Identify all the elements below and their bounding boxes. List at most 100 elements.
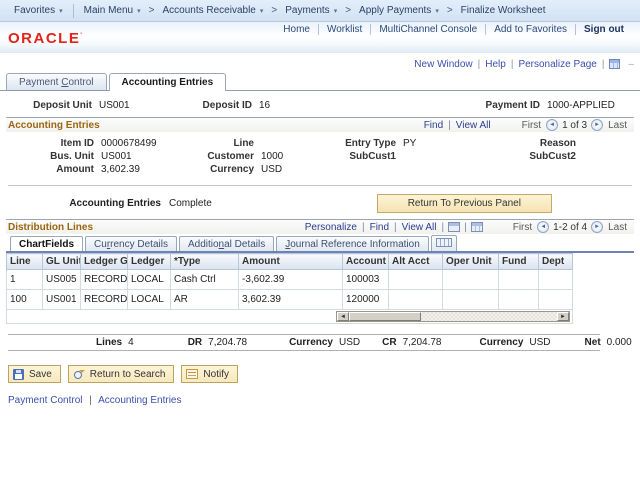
- save-button[interactable]: Save: [8, 365, 61, 383]
- find-link[interactable]: Find: [422, 120, 445, 131]
- col-gl-unit: GL Unit: [42, 253, 81, 270]
- next-rows-icon[interactable]: ►: [591, 221, 604, 233]
- notify-label: Notify: [203, 368, 229, 380]
- subtab-currency-details[interactable]: Currency Details: [85, 236, 177, 251]
- breadcrumb-main-menu[interactable]: Main Menu ▾: [78, 3, 147, 18]
- subtab-chartfields[interactable]: ChartFields: [10, 236, 84, 251]
- save-label: Save: [29, 368, 52, 380]
- view-all-link[interactable]: View All: [454, 120, 493, 131]
- favorites-menu[interactable]: Favorites ▾: [8, 3, 69, 18]
- chevron-down-icon: ▾: [59, 7, 63, 15]
- tab-bar: Payment Control Accounting Entries: [0, 72, 640, 91]
- tab-payment-control[interactable]: Payment Control: [6, 73, 107, 90]
- cr-currency-label: Currency: [479, 337, 524, 348]
- divider: |: [89, 395, 92, 406]
- new-window-link[interactable]: New Window: [412, 59, 474, 70]
- scroll-right-icon[interactable]: ►: [557, 312, 569, 321]
- accounting-entries-status-label: Accounting Entries: [69, 198, 161, 209]
- footer-payment-control-link[interactable]: Payment Control: [8, 395, 82, 406]
- http-url-icon[interactable]: [609, 59, 621, 69]
- help-link[interactable]: Help: [483, 59, 508, 70]
- divider: |: [510, 58, 514, 70]
- chevron-down-icon: ▾: [333, 7, 338, 15]
- add-to-favorites-link[interactable]: Add to Favorites: [486, 23, 575, 36]
- corner-dash: –: [628, 58, 634, 70]
- currency-label: Currency: [210, 164, 254, 175]
- cell-amount: -3,602.39: [238, 269, 343, 290]
- col-amount: Amount: [238, 253, 343, 270]
- cell-alt-acct: [388, 289, 443, 310]
- zoom-grid-icon[interactable]: [448, 222, 461, 232]
- view-all-link[interactable]: View All: [400, 222, 439, 233]
- breadcrumb-separator: >: [148, 5, 155, 16]
- previous-row-icon[interactable]: ◄: [546, 119, 559, 131]
- cell-oper-unit: [442, 269, 499, 290]
- tab-accounting-entries[interactable]: Accounting Entries: [108, 73, 227, 91]
- toolbar: Save Return to Search Notify: [8, 365, 640, 383]
- cr-label: CR: [382, 337, 397, 348]
- divider: |: [448, 119, 451, 131]
- breadcrumb-accounts-receivable[interactable]: Accounts Receivable ▾: [156, 3, 269, 18]
- previous-rows-icon[interactable]: ◄: [537, 221, 550, 233]
- breadcrumb-apply-payments[interactable]: Apply Payments ▾: [353, 3, 445, 18]
- dr-currency-label: Currency: [289, 337, 333, 348]
- first-link[interactable]: First: [522, 120, 541, 131]
- table-row: 100 US001 RECORDING LOCAL AR 3,602.39 12…: [6, 289, 573, 310]
- personalize-page-link[interactable]: Personalize Page: [516, 59, 598, 70]
- save-icon: [13, 368, 24, 380]
- last-link[interactable]: Last: [608, 120, 627, 131]
- multichannel-console-link[interactable]: MultiChannel Console: [371, 23, 485, 36]
- payment-id-value: 1000-APPLIED: [547, 100, 615, 111]
- accounting-entries-status: Accounting Entries Complete Return To Pr…: [6, 194, 634, 213]
- worklist-link[interactable]: Worklist: [319, 23, 370, 36]
- footer-accounting-entries-link[interactable]: Accounting Entries: [98, 395, 181, 406]
- notify-button[interactable]: Notify: [181, 365, 238, 383]
- dr-label: DR: [187, 337, 203, 348]
- first-link[interactable]: First: [513, 222, 532, 233]
- accounting-entries-fields: Item ID 0000678499 Line Entry Type PY Reas…: [6, 132, 634, 179]
- breadcrumb-label: Main Menu: [83, 5, 134, 16]
- scrollbar-track: [421, 312, 557, 321]
- sign-out-link[interactable]: Sign out: [576, 23, 632, 36]
- col-fund: Fund: [498, 253, 539, 270]
- home-link[interactable]: Home: [275, 23, 318, 36]
- col-ledger: Ledger: [127, 253, 171, 270]
- chevron-down-icon: ▾: [259, 7, 264, 15]
- lines-total-value: 4: [128, 337, 134, 348]
- show-all-columns-tab[interactable]: [430, 235, 457, 251]
- deposit-unit-label: Deposit Unit: [33, 100, 92, 111]
- cr-currency-value: USD: [529, 337, 551, 348]
- totals-bar: Lines 4 DR 7,204.78 Currency USD CR 7,204.78…: [8, 334, 632, 351]
- item-id-value: 0000678499: [101, 138, 157, 149]
- download-icon[interactable]: [470, 222, 483, 232]
- cell-type: Cash Ctrl: [170, 269, 239, 290]
- cell-fund: [498, 269, 539, 290]
- cell-fund: [498, 289, 539, 310]
- net-value: 0.000: [606, 337, 632, 348]
- cell-amount: 3,602.39: [238, 289, 343, 310]
- header: Home Worklist MultiChannel Console Add t…: [0, 22, 640, 53]
- next-row-icon[interactable]: ►: [591, 119, 604, 131]
- net-label: Net: [584, 337, 601, 348]
- dr-value: 7,204.78: [208, 337, 248, 348]
- scroll-left-icon[interactable]: ◄: [337, 312, 349, 321]
- breadcrumb-separator: >: [271, 5, 278, 16]
- customer-value: 1000: [261, 151, 284, 162]
- breadcrumb-payments[interactable]: Payments ▾: [279, 3, 343, 18]
- return-to-previous-panel-button[interactable]: Return To Previous Panel: [376, 194, 552, 213]
- cell-account: 120000: [342, 289, 389, 310]
- breadcrumb-separator: >: [446, 5, 453, 16]
- cell-ledger-grp: RECORDING: [80, 289, 128, 310]
- horizontal-scrollbar: ◄ ►: [336, 311, 570, 322]
- subtab-journal-reference-information[interactable]: Journal Reference Information: [276, 236, 429, 251]
- breadcrumb-label: Payments: [285, 5, 330, 16]
- personalize-link[interactable]: Personalize: [303, 222, 359, 233]
- last-link[interactable]: Last: [608, 222, 627, 233]
- scrollbar-thumb[interactable]: [349, 312, 421, 321]
- row-position: 1 of 3: [562, 119, 588, 131]
- bus-unit-value: US001: [101, 151, 132, 162]
- subtab-additional-details[interactable]: Additional Details: [178, 236, 275, 251]
- divider: [8, 185, 632, 186]
- find-link[interactable]: Find: [368, 222, 391, 233]
- return-to-search-button[interactable]: Return to Search: [67, 365, 175, 383]
